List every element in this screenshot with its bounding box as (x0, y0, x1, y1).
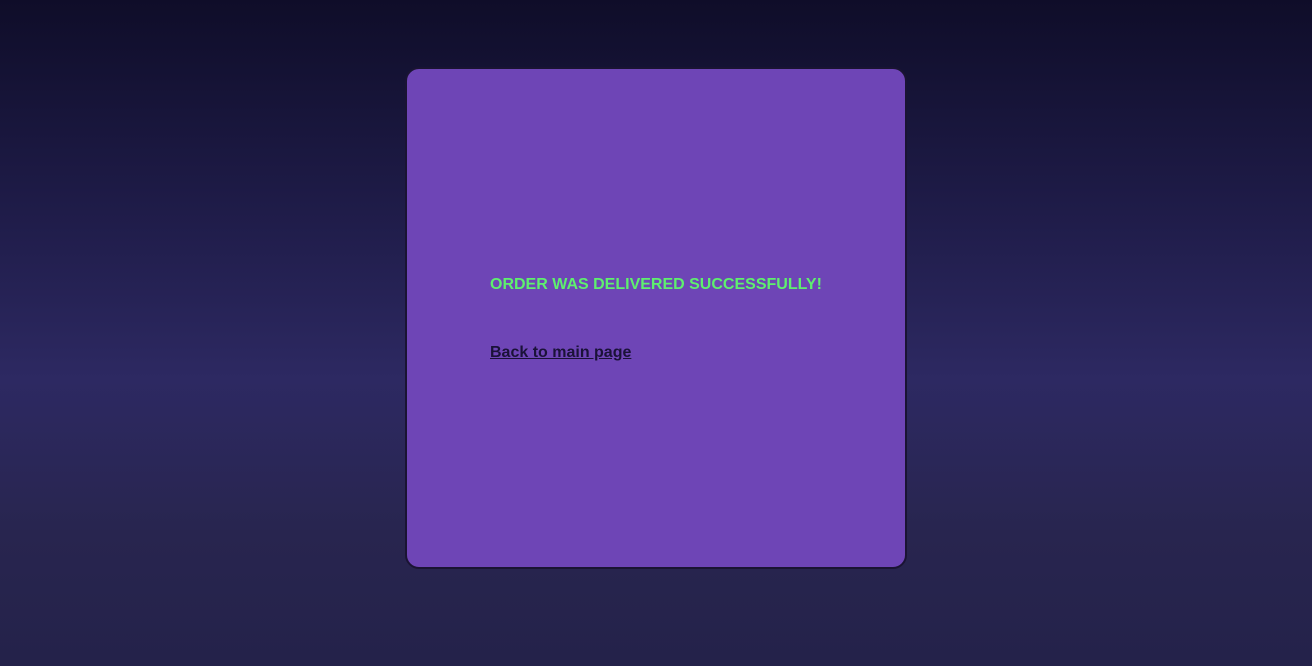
back-to-main-page-link[interactable]: Back to main page (490, 344, 631, 362)
success-message: ORDER WAS DELIVERED SUCCESSFULLY! (490, 276, 822, 293)
order-status-card: ORDER WAS DELIVERED SUCCESSFULLY! Back t… (405, 67, 907, 569)
